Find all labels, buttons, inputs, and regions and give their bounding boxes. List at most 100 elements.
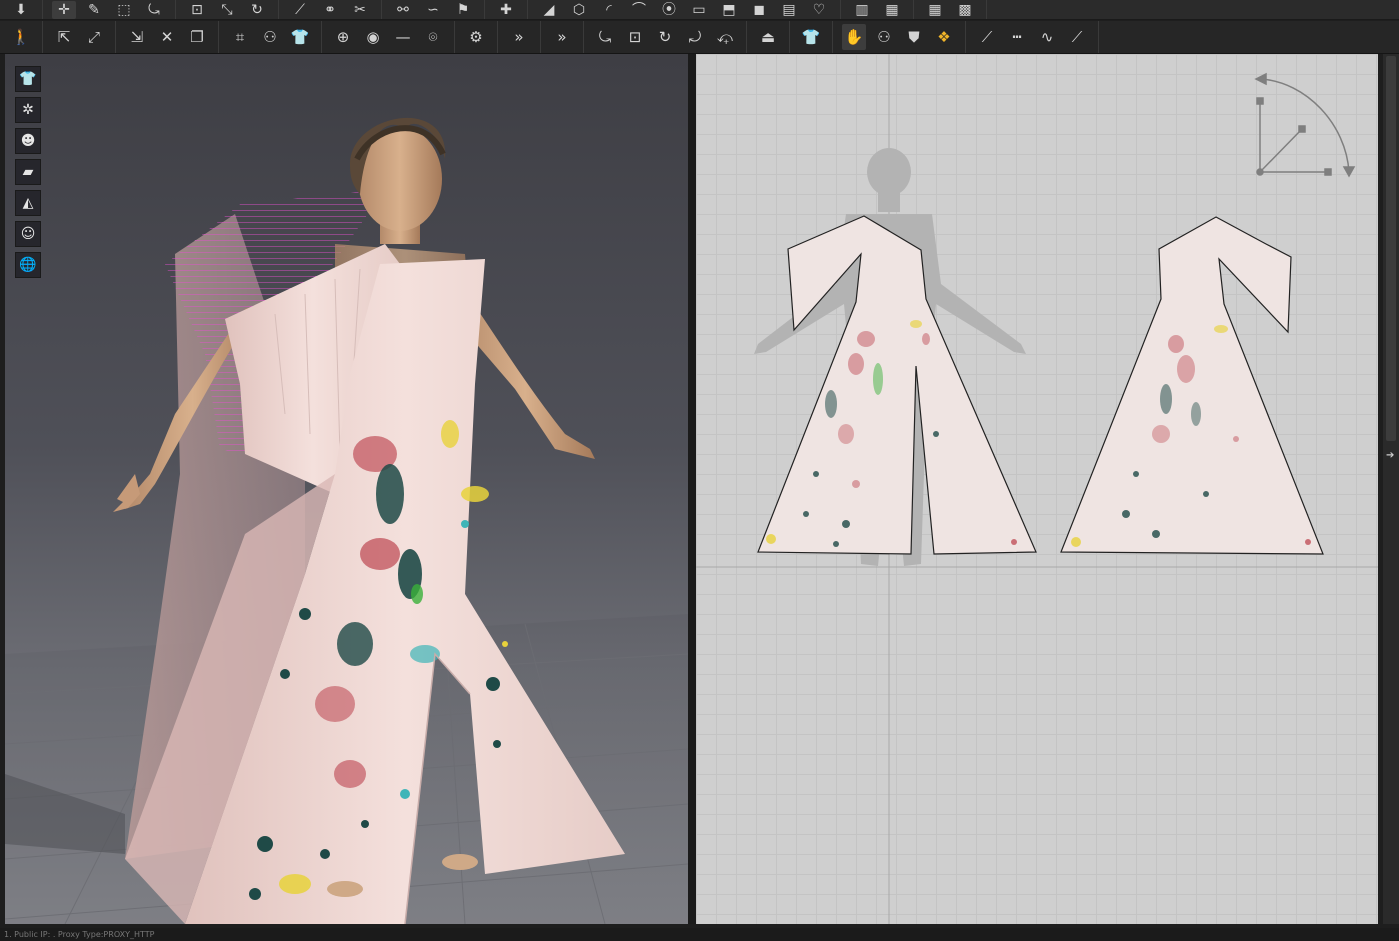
main-toolbar-group-7: » — [541, 21, 584, 53]
grid-edit-icon[interactable]: ▦ — [923, 1, 947, 19]
heart-icon[interactable]: ♡ — [807, 1, 831, 19]
sew-segment-icon[interactable]: ⚯ — [391, 1, 415, 19]
select-box-icon[interactable]: ⬚ — [112, 1, 136, 19]
rectangle-icon[interactable]: ▭ — [687, 1, 711, 19]
more-right-icon[interactable]: » — [550, 24, 574, 50]
arc-icon[interactable]: ◜ — [597, 1, 621, 19]
avatar-display-icon[interactable]: ☻ — [15, 128, 41, 154]
pin-icon[interactable]: ✕ — [155, 24, 179, 50]
zipper-icon[interactable]: ⚙ — [464, 24, 488, 50]
line-icon[interactable]: — — [391, 24, 415, 50]
iron-icon[interactable]: ⏏ — [756, 24, 780, 50]
fold-icon[interactable]: ⤽ — [713, 24, 737, 50]
wave-line-icon[interactable]: ∿ — [1035, 24, 1059, 50]
grade-icon[interactable]: ❖ — [932, 24, 956, 50]
texture-select-icon[interactable]: ✋ — [842, 24, 866, 50]
2d-pattern-window[interactable] — [696, 54, 1378, 924]
buttonhole-icon[interactable]: ⌾ — [421, 24, 445, 50]
main-toolbar-group-12: ⟋ ┅ ∿ ⟋ — [966, 21, 1099, 53]
link-icon[interactable]: ⚭ — [318, 1, 342, 19]
draw-line-icon[interactable]: ⟋ — [975, 24, 999, 50]
pen-icon[interactable]: ⟋ — [288, 1, 312, 19]
edit-pattern-icon[interactable]: ✎ — [82, 1, 106, 19]
main-toolbar-group-2: ⇲ ✕ ❐ — [116, 21, 219, 53]
fold-arrange-icon[interactable]: ⤢ — [82, 24, 106, 50]
dashed-line-icon[interactable]: ┅ — [1005, 24, 1029, 50]
curve-icon[interactable]: ⌒ — [627, 1, 651, 19]
top-toolbar: ⬇ ✛ ✎ ⬚ ⤿ ⊡ ⤡ ↻ ⟋ ⚭ ✂ ⚯ ∽ ⚑ ✚ ◢ ⬡ ◜ ⌒ ⦿ ▭ ⬒ ◼ ▤ ♡ ▥ ▦ ▦ ▩ — [0, 0, 1399, 20]
garment-piece-icon[interactable]: ❐ — [185, 24, 209, 50]
shirt-icon[interactable]: 👕 — [288, 24, 312, 50]
particle-distance-icon[interactable]: ✲ — [15, 97, 41, 123]
grid-plus-icon[interactable]: ✚ — [494, 1, 518, 19]
main-toolbar-group-11: ✋ ⚇ ⛊ ❖ — [833, 21, 966, 53]
import-down-arrow-icon[interactable]: ⬇ — [9, 1, 33, 19]
select-pattern-icon[interactable]: ⇱ — [52, 24, 76, 50]
polygon-icon[interactable]: ⬡ — [567, 1, 591, 19]
square-fill-icon[interactable]: ◼ — [747, 1, 771, 19]
button-icon[interactable]: ◉ — [361, 24, 385, 50]
main-toolbar-group-3: ⌗ ⚇ 👕 — [219, 21, 322, 53]
cut-icon[interactable]: ✂ — [348, 1, 372, 19]
shirt-2d-icon[interactable]: ⛊ — [902, 24, 926, 50]
top-toolbar-group-3: ⟋ ⚭ ✂ — [279, 0, 382, 19]
avatar-foot-right — [442, 854, 478, 870]
bar-chart-icon[interactable]: ▥ — [850, 1, 874, 19]
grid-skew-icon[interactable]: ▩ — [953, 1, 977, 19]
viewport-splitter[interactable] — [688, 54, 696, 924]
arrange-avatar-icon[interactable]: ⚇ — [258, 24, 282, 50]
top-toolbar-group-7: ▥ ▦ — [841, 0, 914, 19]
edit-segment-icon[interactable]: ⤿ — [142, 1, 166, 19]
add-point-icon[interactable]: ⊡ — [185, 1, 209, 19]
curve-point-icon[interactable]: ⤡ — [215, 1, 239, 19]
status-bar: 1. Public IP: . Proxy Type:PROXY_HTTP — [0, 928, 1399, 941]
levels-icon[interactable]: ▦ — [880, 1, 904, 19]
dock-expand-arrow-icon[interactable]: ➔ — [1386, 450, 1398, 468]
top-toolbar-group-1: ✛ ✎ ⬚ ⤿ — [43, 0, 176, 19]
arrange-point-icon[interactable]: ⌗ — [228, 24, 252, 50]
3d-scene — [5, 117, 688, 924]
skin-display-icon[interactable]: ☺ — [15, 221, 41, 247]
avatar-foot-left — [327, 881, 363, 897]
walk-avatar-icon[interactable]: 🚶 — [9, 24, 33, 50]
3d-viewport[interactable]: 👕 ✲ ☻ ▰ ◭ ☺ 🌐 — [5, 54, 688, 924]
avatar-fit-icon[interactable]: ⚇ — [872, 24, 896, 50]
top-toolbar-group-0: ⬇ — [0, 0, 43, 19]
main-toolbar-group-5: ⚙ — [455, 21, 498, 53]
pattern-piece-front[interactable] — [757, 215, 1037, 555]
top-toolbar-group-4: ⚯ ∽ ⚑ — [382, 0, 485, 19]
rotate-gizmo[interactable] — [1254, 72, 1356, 178]
garment-icon[interactable]: 👕 — [799, 24, 823, 50]
sew-free-icon[interactable]: ∽ — [421, 1, 445, 19]
scrollbar-thumb[interactable] — [1386, 56, 1396, 441]
add-button-icon[interactable]: ⊕ — [331, 24, 355, 50]
environment-globe-icon[interactable]: 🌐 — [15, 252, 41, 278]
add-point-2d-icon[interactable]: ⊡ — [623, 24, 647, 50]
main-toolbar-group-10: 👕 — [790, 21, 833, 53]
slant-line-icon[interactable]: ⟋ — [1065, 24, 1089, 50]
curve-2d-icon[interactable]: ↻ — [653, 24, 677, 50]
pattern-piece-back[interactable] — [1060, 216, 1324, 555]
point-icon[interactable]: ⦿ — [657, 1, 681, 19]
page-icon[interactable]: ▤ — [777, 1, 801, 19]
tack-icon[interactable]: ⇲ — [125, 24, 149, 50]
check-sewing-icon[interactable]: ⚑ — [451, 1, 475, 19]
edit-pattern-2d-icon[interactable]: ⤿ — [593, 24, 617, 50]
rect-bend-icon[interactable]: ⬒ — [717, 1, 741, 19]
avatar-head — [350, 117, 446, 244]
right-scrollbar[interactable] — [1383, 54, 1399, 924]
more-icon[interactable]: » — [507, 24, 531, 50]
main-toolbar-group-4: ⊕ ◉ — ⌾ — [322, 21, 455, 53]
rotate-pattern-icon[interactable]: ↻ — [245, 1, 269, 19]
2d-scene — [696, 54, 1378, 924]
main-toolbar: 🚶 ⇱ ⤢ ⇲ ✕ ❐ ⌗ ⚇ 👕 ⊕ ◉ — ⌾ ⚙»» ⤿ ⊡ ↻ ⤾ ⤽ ⏏ 👕 ✋ ⚇ ⛊ ❖ ⟋ ┅ ∿ ⟋ — [0, 21, 1399, 54]
mesh-display-icon[interactable]: ◭ — [15, 190, 41, 216]
edit-line-icon[interactable]: ◢ — [537, 1, 561, 19]
transform-move-icon[interactable]: ✛ — [52, 0, 76, 19]
main-toolbar-group-9: ⏏ — [747, 21, 790, 53]
shirt-display-icon[interactable]: 👕 — [15, 66, 41, 92]
seam-icon[interactable]: ⤾ — [683, 24, 707, 50]
texture-display-icon[interactable]: ▰ — [15, 159, 41, 185]
main-toolbar-group-6: » — [498, 21, 541, 53]
top-toolbar-group-5: ✚ — [485, 0, 528, 19]
